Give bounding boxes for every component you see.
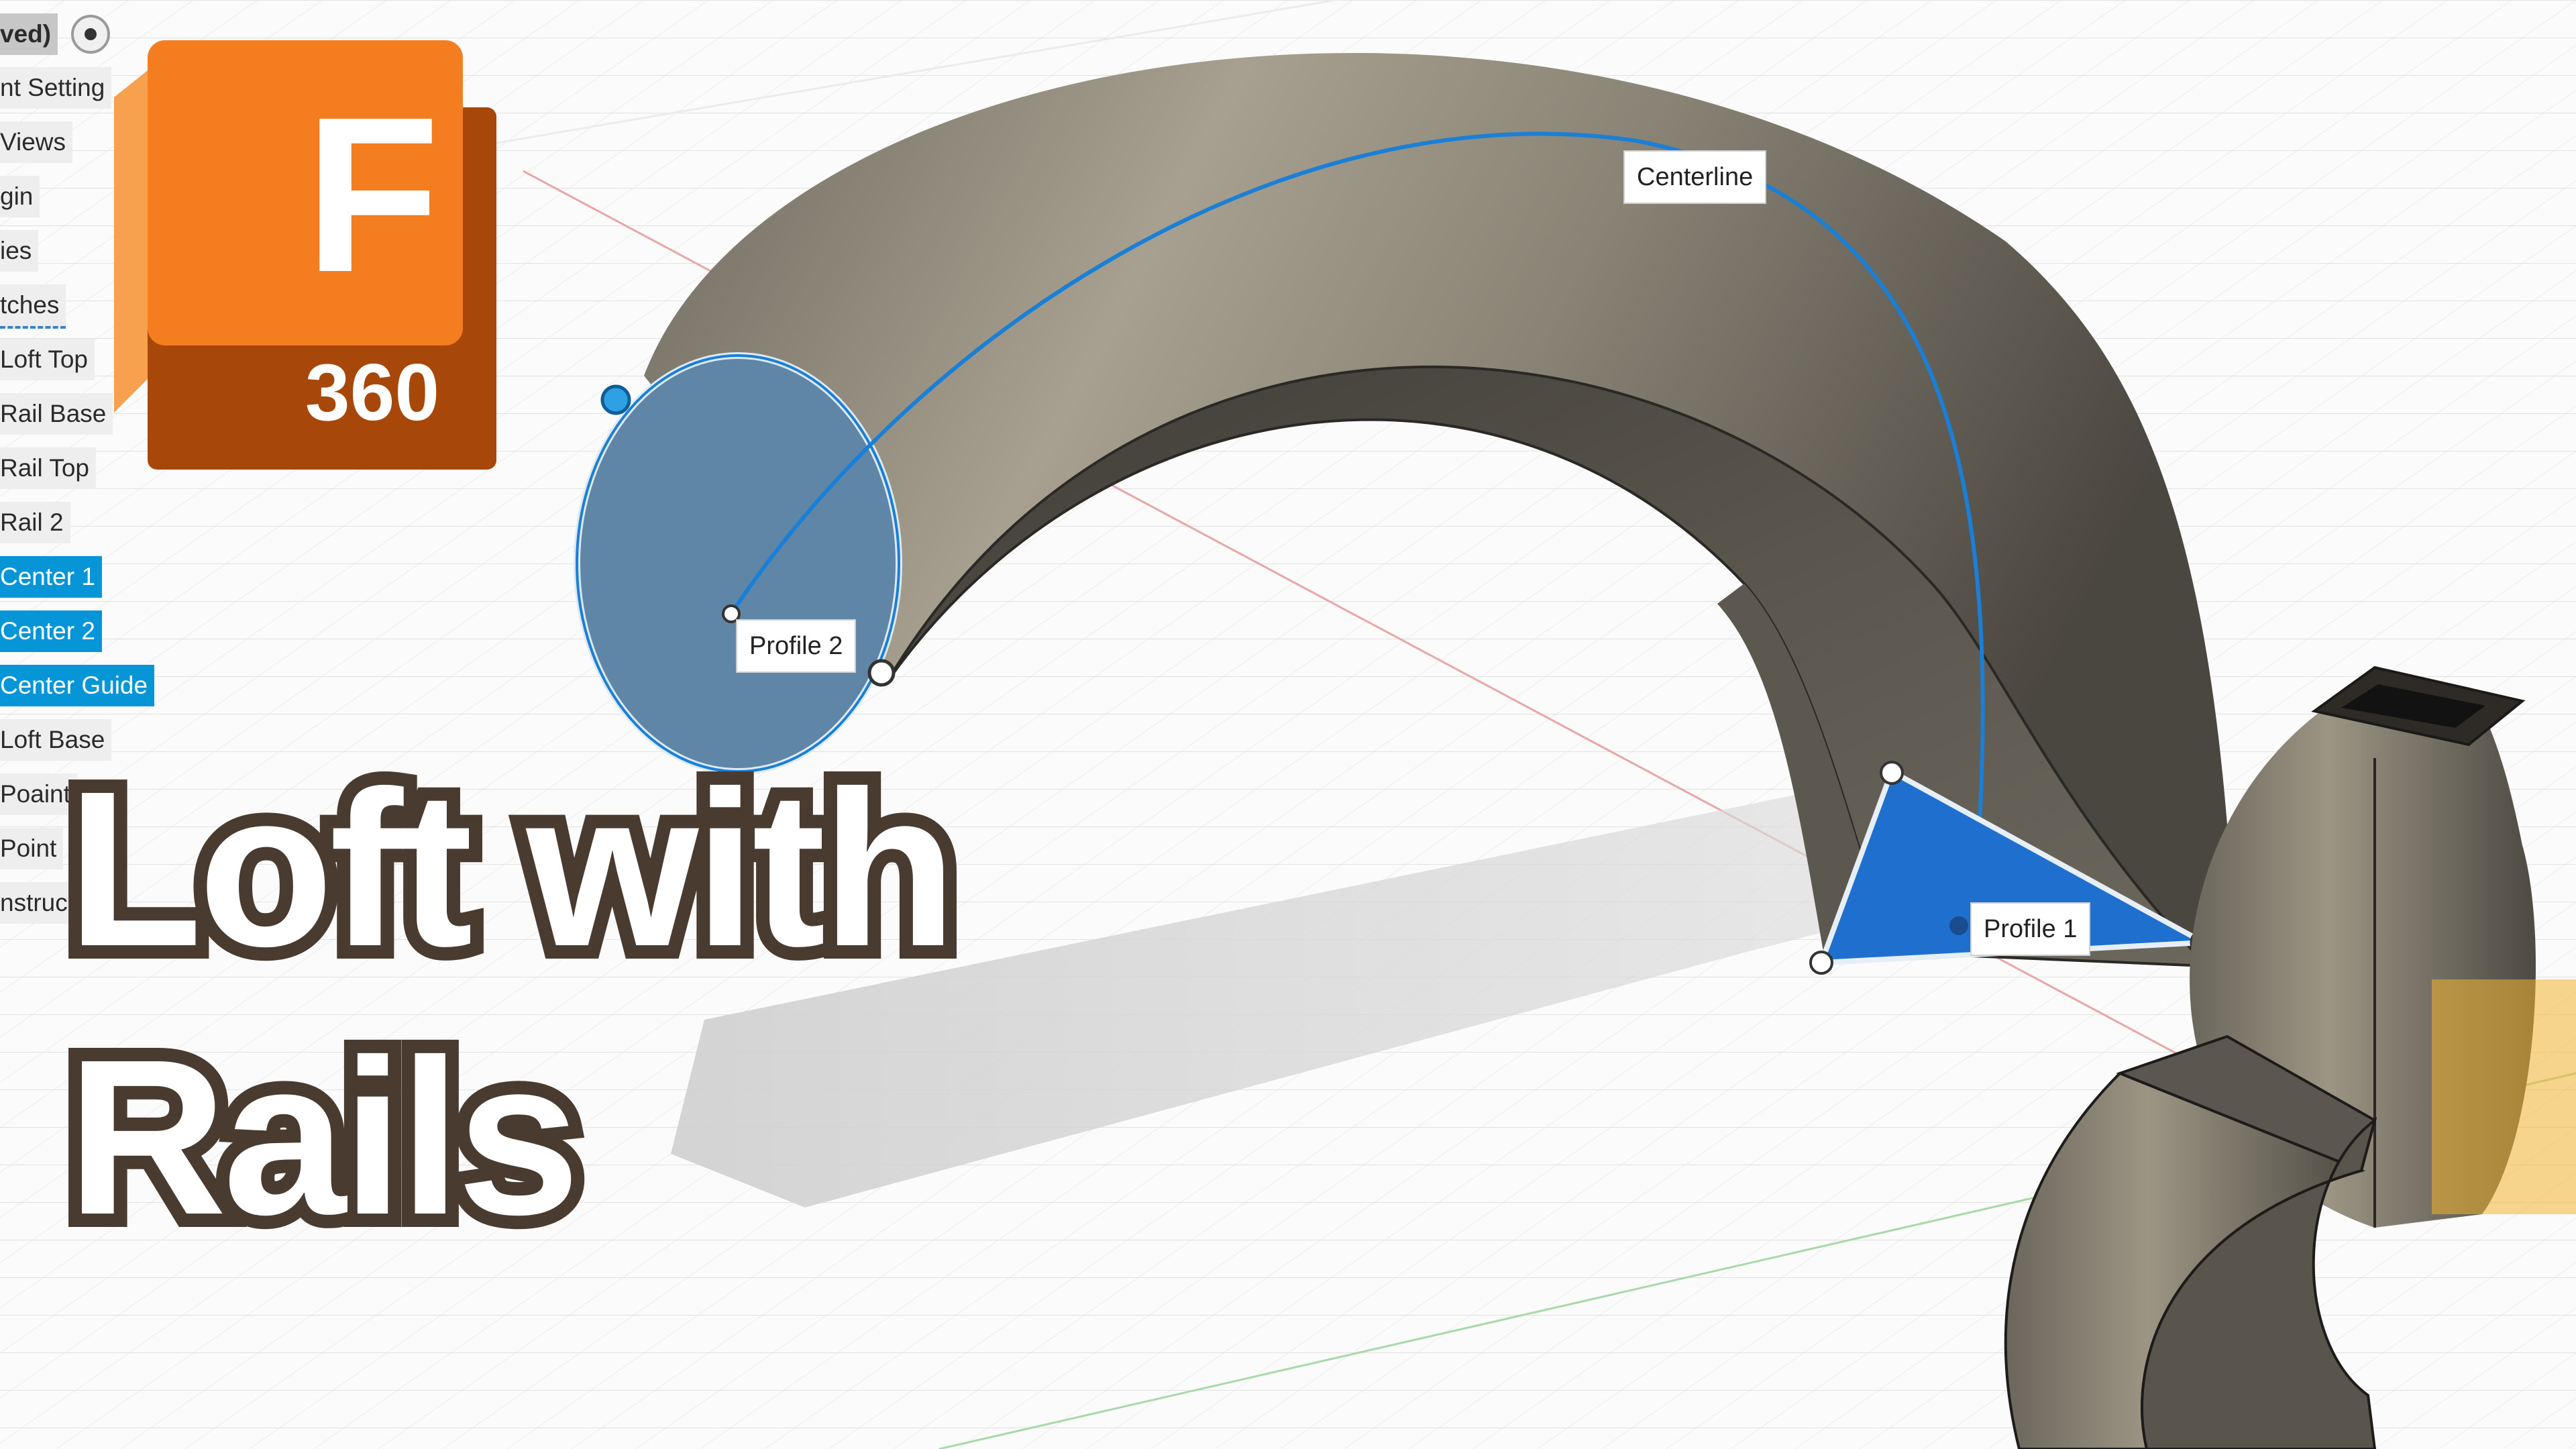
fusion-360-logo: F 360 — [107, 37, 537, 480]
browser-item-label: Point — [0, 835, 57, 862]
browser-item-document-settings[interactable]: nt Setting — [0, 67, 112, 109]
browser-item-label: Rail Base — [0, 400, 107, 427]
browser-item-rail-base[interactable]: Rail Base — [0, 393, 113, 435]
browser-item-construction[interactable]: nstruc — [0, 882, 74, 924]
browser-item-label: Rail Top — [0, 454, 90, 482]
browser-item-center-guide[interactable]: Center Guide — [0, 665, 155, 706]
active-component-radio-icon[interactable] — [71, 15, 110, 54]
headline-line-2: Rails — [54, 1013, 594, 1261]
browser-root-label: ved) — [0, 20, 52, 48]
browser-item-label: Views — [0, 128, 66, 156]
browser-item-label: Poaint — [0, 780, 70, 808]
browser-item-label: Center Guide — [0, 672, 148, 699]
logo-number: 360 — [305, 347, 440, 437]
browser-item-poaint[interactable]: Poaint — [0, 773, 77, 815]
browser-root-item[interactable]: ved) — [0, 13, 58, 55]
browser-item-label: gin — [0, 182, 34, 210]
browser-item-label: Loft Top — [0, 345, 88, 373]
browser-item-rail-2[interactable]: Rail 2 — [0, 502, 70, 543]
browser-item-bodies[interactable]: ies — [0, 230, 39, 272]
centerline-callout: Centerline — [1623, 150, 1767, 204]
browser-item-label: Center 2 — [0, 617, 95, 645]
profile-1-callout: Profile 1 — [1970, 902, 2091, 956]
browser-item-label: ies — [0, 237, 32, 264]
browser-item-label: Center 1 — [0, 563, 95, 590]
browser-item-origin[interactable]: gin — [0, 176, 40, 217]
browser-item-center-1[interactable]: Center 1 — [0, 556, 102, 598]
profile-2-face[interactable] — [574, 352, 902, 775]
browser-item-label: nstruc — [0, 889, 68, 916]
browser-item-rail-top[interactable]: Rail Top — [0, 447, 97, 489]
browser-item-sketches[interactable]: tches — [0, 284, 66, 329]
browser-item-point[interactable]: Point — [0, 828, 64, 869]
headline-line-1: Loft with — [54, 745, 970, 993]
browser-item-label: nt Setting — [0, 74, 105, 101]
browser-item-named-views[interactable]: Views — [0, 121, 73, 163]
profile-2-callout: Profile 2 — [736, 619, 857, 673]
browser-item-label: Rail 2 — [0, 508, 64, 536]
browser-item-label: tches — [0, 291, 60, 319]
browser-item-loft-top[interactable]: Loft Top — [0, 339, 95, 380]
logo-letter: F — [305, 70, 440, 318]
browser-item-center-2[interactable]: Center 2 — [0, 610, 102, 652]
